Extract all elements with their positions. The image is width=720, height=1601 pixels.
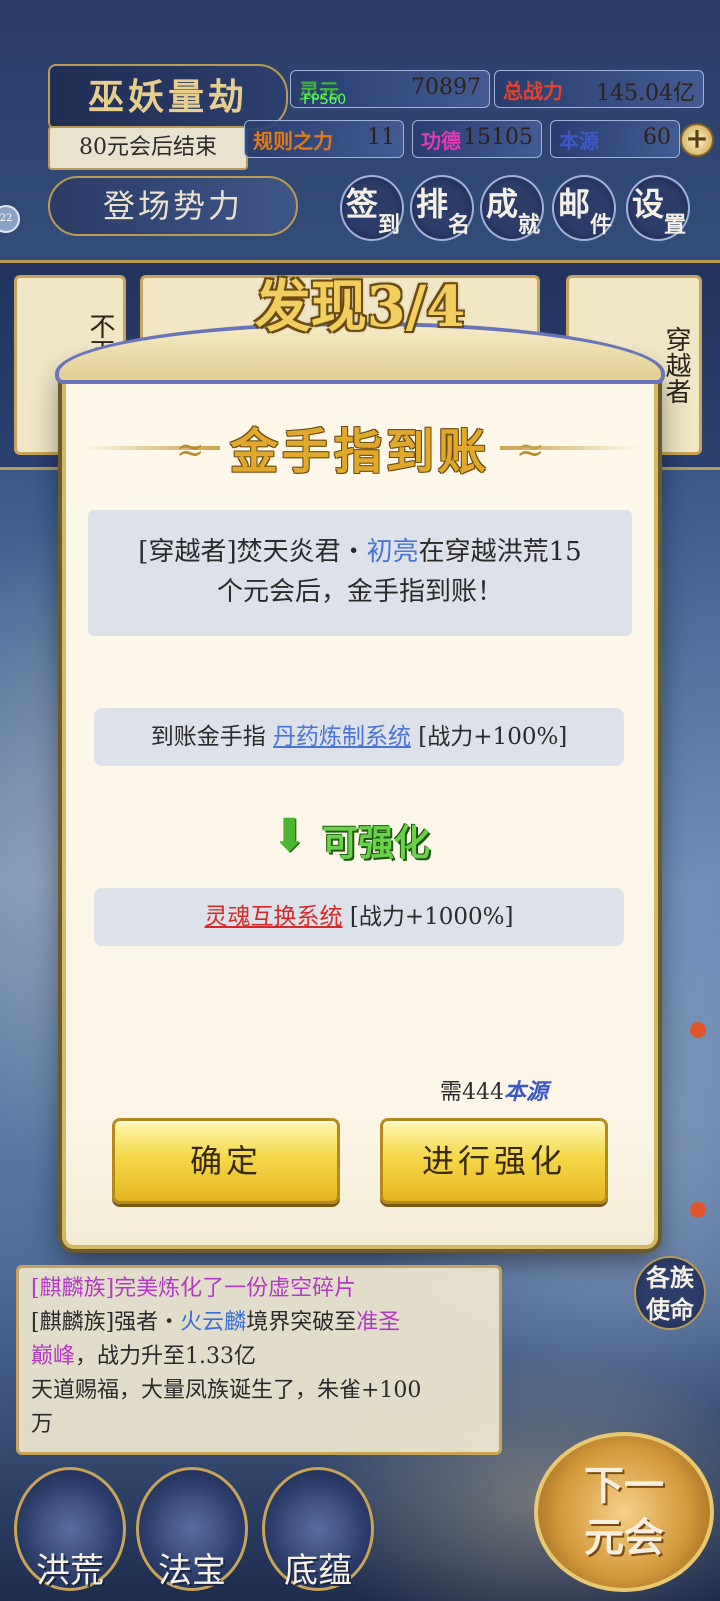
stat-value: 15105 — [463, 125, 533, 150]
nav-diyun[interactable]: 底蕴 — [262, 1467, 374, 1591]
mail-button[interactable]: 邮件 — [552, 175, 616, 241]
golden-finger-dialog — [62, 364, 658, 1249]
ranking-button[interactable]: 排名 — [410, 175, 474, 241]
notification-dot — [690, 1022, 706, 1038]
stat-label: 规则之力 — [253, 129, 333, 153]
log-line: 天道赐福，大量凤族诞生了，朱雀+100 — [31, 1378, 422, 1403]
stat-value: 145.04亿 — [596, 81, 695, 106]
settings-button[interactable]: 设置 — [626, 175, 690, 241]
achievement-button[interactable]: 成就 — [480, 175, 544, 241]
stat-label: 功德 — [421, 129, 461, 153]
received-system-row: 到账金手指 丹药炼制系统 [战力+100%] — [94, 708, 624, 766]
enhance-indicator: ⬇ 可强化 — [270, 808, 450, 864]
stat-value: 60 — [643, 125, 671, 150]
stat-rule-power: 规则之力 11 — [244, 120, 404, 158]
enhance-cost: 需444本源 — [440, 1079, 549, 1105]
message-line-1: [穿越者]焚天炎君・初亮在穿越洪荒15 — [138, 537, 582, 567]
confirm-button[interactable]: 确定 — [112, 1118, 340, 1204]
message-line-2: 个元会后，金手指到账！ — [216, 577, 503, 607]
stat-total-power: 总战力 145.04亿 — [494, 70, 704, 108]
log-line: 万 — [31, 1412, 54, 1437]
enhance-button[interactable]: 进行强化 — [380, 1118, 608, 1204]
cost-resource: 本源 — [504, 1079, 549, 1105]
upgrade-system-row: 灵魂互换系统 [战力+1000%] — [94, 888, 624, 946]
add-resource-button[interactable]: + — [680, 123, 714, 157]
era-end-label: 80元会后结束 — [48, 126, 248, 170]
side-button-invasion[interactable]: 各族 使命 — [634, 1256, 706, 1330]
character-name[interactable]: 火云麟 — [180, 1310, 246, 1335]
log-line: [麒麟族]强者・火云麟境界突破至准圣 — [31, 1310, 401, 1335]
log-line: [麒麟族]完美炼化了一份虚空碎片 — [31, 1276, 357, 1301]
stat-value: 11 — [367, 125, 395, 150]
nav-honghuang[interactable]: 洪荒 — [14, 1467, 126, 1591]
stat-merit: 功德 15105 — [412, 120, 542, 158]
cloud-ornament-icon: ≈ — [516, 430, 545, 470]
event-log[interactable]: [麒麟族]完美炼化了一份虚空碎片 [麒麟族]强者・火云麟境界突破至准圣 巅峰，战… — [16, 1265, 502, 1455]
notification-dot — [690, 1202, 706, 1218]
enhance-label: 可强化 — [322, 822, 431, 864]
stat-value: 70897 — [411, 75, 481, 100]
upgrade-system-link[interactable]: 灵魂互换系统 — [205, 904, 343, 930]
received-system-link[interactable]: 丹药炼制系统 — [273, 724, 411, 750]
discover-counter: 发现3/4 — [254, 274, 466, 340]
fps-counter: FPS60 — [303, 92, 347, 108]
character-name[interactable]: 初亮 — [367, 537, 419, 567]
checkin-button[interactable]: 签到 — [340, 175, 404, 241]
event-message: [穿越者]焚天炎君・初亮在穿越洪荒15 个元会后，金手指到账！ — [88, 510, 632, 636]
title-ornament-right — [500, 446, 640, 450]
next-era-button[interactable]: 下一 元会 — [534, 1432, 714, 1592]
arrow-down-icon: ⬇ — [270, 808, 309, 862]
nav-fabao[interactable]: 法宝 — [136, 1467, 248, 1591]
stat-origin: 本源 60 — [550, 120, 680, 158]
stat-label: 总战力 — [503, 79, 563, 103]
faction-button[interactable]: 登场势力 — [48, 176, 298, 236]
log-line: 巅峰，战力升至1.33亿 — [31, 1344, 257, 1369]
stat-label: 本源 — [559, 129, 599, 153]
dialog-title-bar: ≈ 金手指到账 ≈ — [0, 408, 720, 488]
